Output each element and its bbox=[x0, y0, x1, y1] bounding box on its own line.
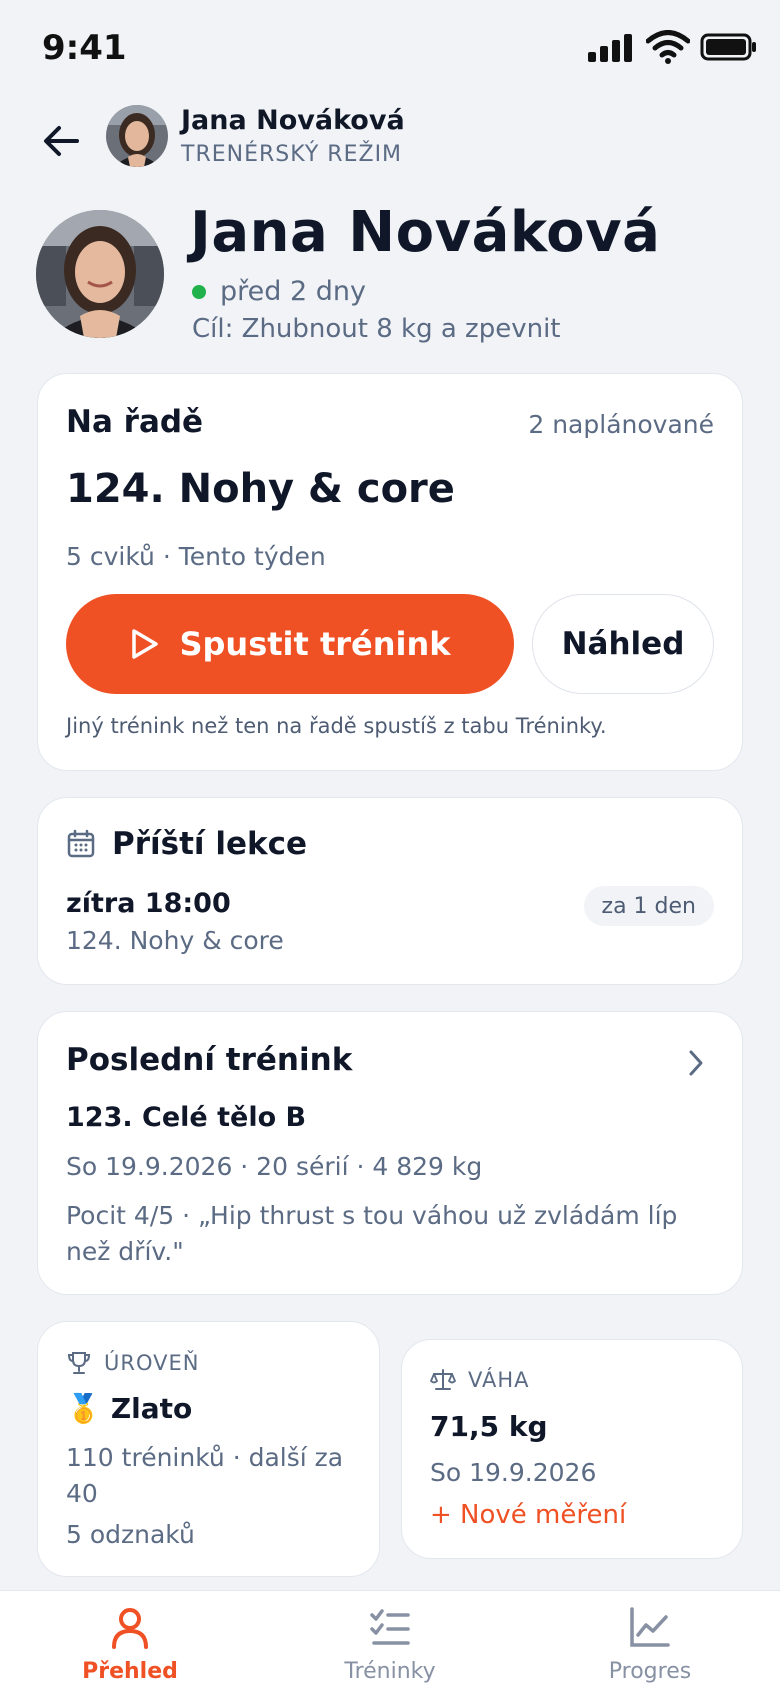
next-lesson-card: Příští lekce zítra 18:00 124. Nohy & cor… bbox=[37, 797, 743, 985]
level-card: ÚROVEŇ 🥇 Zlato 110 tréninků · další za 4… bbox=[37, 1321, 380, 1577]
last-workout-note: Pocit 4/5 · „Hip thrust s tou váhou už z… bbox=[66, 1201, 678, 1266]
last-seen: před 2 dny bbox=[220, 276, 366, 307]
weight-date: So 19.9.2026 bbox=[430, 1458, 597, 1487]
profile-status: před 2 dny bbox=[192, 276, 366, 307]
level-label: ÚROVEŇ bbox=[104, 1351, 200, 1375]
scale-icon bbox=[430, 1369, 456, 1390]
top-bar: Jana Nováková TRENÉRSKÝ REŽIM bbox=[0, 100, 780, 190]
weight-value: 71,5 kg bbox=[430, 1410, 548, 1443]
queue-hint: Jiný trénink než ten na řadě spustíš z t… bbox=[66, 714, 607, 738]
start-workout-label: Spustit trénink bbox=[179, 625, 451, 663]
wifi-icon bbox=[646, 30, 690, 64]
new-measurement-link[interactable]: + Nové měření bbox=[430, 1500, 626, 1530]
last-workout-name: 123. Celé tělo B bbox=[66, 1102, 307, 1133]
weight-header: VÁHA bbox=[430, 1368, 530, 1392]
level-value: Zlato bbox=[110, 1392, 193, 1425]
signal-icon bbox=[588, 34, 632, 62]
queue-workout-meta: 5 cviků · Tento týden bbox=[66, 542, 326, 571]
header-name: Jana Nováková bbox=[181, 105, 405, 136]
medal-icon: 🥇 bbox=[66, 1392, 101, 1425]
chevron-right-icon bbox=[689, 1050, 703, 1076]
weight-label: VÁHA bbox=[468, 1368, 530, 1392]
status-time: 9:41 bbox=[42, 28, 127, 68]
next-lesson-workout: 124. Nohy & core bbox=[66, 926, 284, 955]
person-icon bbox=[112, 1608, 148, 1649]
battery-icon bbox=[700, 33, 756, 61]
next-lesson-time: zítra 18:00 bbox=[66, 888, 231, 919]
queue-title: Na řadě bbox=[66, 404, 204, 440]
weight-card: VÁHA 71,5 kg So 19.9.2026 + Nové měření bbox=[401, 1339, 743, 1559]
last-workout-title: Poslední trénink bbox=[66, 1042, 353, 1078]
tab-overview[interactable]: Přehled bbox=[30, 1605, 230, 1684]
tab-progress-label: Progres bbox=[608, 1659, 692, 1684]
profile-goal: Cíl: Zhubnout 8 kg a zpevnit bbox=[192, 314, 561, 344]
checklist-icon bbox=[370, 1609, 410, 1645]
queue-workout-name: 124. Nohy & core bbox=[66, 466, 455, 512]
online-indicator bbox=[192, 284, 206, 299]
level-header: ÚROVEŇ bbox=[66, 1350, 199, 1376]
last-workout-meta: So 19.9.2026 · 20 sérií · 4 829 kg bbox=[66, 1152, 483, 1181]
arrow-left-icon bbox=[44, 126, 79, 156]
next-lesson-badge: za 1 den bbox=[583, 886, 714, 926]
back-button[interactable] bbox=[36, 116, 86, 166]
level-progress: 110 tréninků · další za 40 bbox=[66, 1443, 344, 1508]
avatar bbox=[106, 105, 168, 167]
profile-avatar bbox=[36, 210, 164, 338]
profile-hero: Jana Nováková před 2 dny Cíl: Zhubnout 8… bbox=[0, 200, 780, 360]
next-lesson-title: Příští lekce bbox=[112, 826, 307, 862]
queue-card: Na řadě 2 naplánované 124. Nohy & core 5… bbox=[37, 373, 743, 771]
status-icons bbox=[588, 30, 758, 64]
preview-button[interactable]: Náhled bbox=[532, 594, 714, 694]
chart-icon bbox=[630, 1607, 670, 1647]
preview-label: Náhled bbox=[561, 626, 685, 662]
start-workout-button[interactable]: Spustit trénink bbox=[66, 594, 514, 694]
level-badges: 5 odznaků bbox=[66, 1520, 195, 1549]
tab-overview-label: Přehled bbox=[82, 1659, 178, 1684]
trophy-icon bbox=[67, 1352, 91, 1374]
tab-progress[interactable]: Progres bbox=[550, 1605, 750, 1684]
status-bar: 9:41 bbox=[0, 0, 780, 100]
profile-name: Jana Nováková bbox=[190, 200, 661, 265]
last-workout-card[interactable]: Poslední trénink 123. Celé tělo B So 19.… bbox=[37, 1011, 743, 1295]
tab-bar: Přehled Tréninky Progres bbox=[0, 1590, 780, 1688]
next-lesson-header: Příští lekce bbox=[66, 826, 307, 862]
tab-workouts-label: Tréninky bbox=[344, 1659, 436, 1684]
header-mode: TRENÉRSKÝ REŽIM bbox=[181, 142, 403, 167]
level-value-row: 🥇 Zlato bbox=[66, 1392, 192, 1425]
calendar-icon bbox=[67, 829, 95, 858]
play-icon bbox=[132, 629, 159, 659]
tab-workouts[interactable]: Tréninky bbox=[290, 1605, 490, 1684]
queue-count: 2 naplánované bbox=[528, 410, 714, 439]
